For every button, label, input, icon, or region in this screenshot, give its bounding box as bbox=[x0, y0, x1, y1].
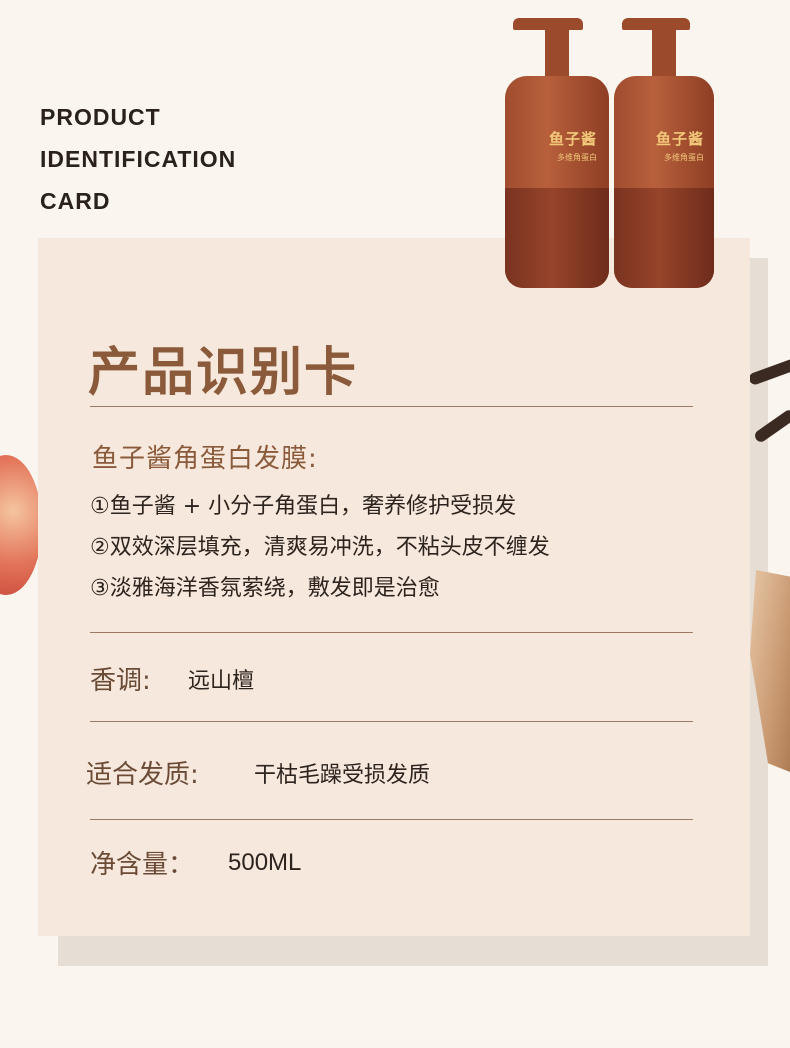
product-bottle-left: 鱼子酱 多维角蛋白 bbox=[505, 18, 609, 288]
peach-image bbox=[0, 455, 42, 595]
spec-divider bbox=[90, 819, 693, 820]
spec-value: 500ML bbox=[228, 848, 302, 876]
english-title: PRODUCT IDENTIFICATION CARD bbox=[40, 96, 236, 222]
bottle-sublabel: 多维角蛋白 bbox=[557, 153, 597, 162]
bottle-label: 鱼子酱 bbox=[656, 130, 705, 148]
spec-label: 净含量： bbox=[90, 850, 195, 880]
spec-hair-type: 适合发质: 干枯毛躁受损发质 bbox=[86, 754, 430, 791]
features-divider bbox=[90, 632, 693, 633]
feature-list: ①鱼子酱 + 小分子角蛋白，奢养修护受损发 ②双效深层填充，清爽易冲洗，不粘头皮… bbox=[90, 486, 550, 609]
feature-item: ①鱼子酱 + 小分子角蛋白，奢养修护受损发 bbox=[90, 494, 517, 519]
spec-net-content: 净含量： 500ML bbox=[90, 844, 301, 881]
spec-divider bbox=[90, 721, 693, 722]
spec-value: 远山檀 bbox=[188, 668, 255, 694]
product-name: 鱼子酱角蛋白发膜: bbox=[92, 444, 318, 474]
english-title-line-3: CARD bbox=[40, 188, 111, 214]
bottle-lower bbox=[614, 188, 714, 288]
spec-fragrance: 香调: 远山檀 bbox=[90, 660, 254, 697]
english-title-line-1: PRODUCT bbox=[40, 104, 161, 130]
spec-value: 干枯毛躁受损发质 bbox=[254, 762, 431, 788]
english-title-line-2: IDENTIFICATION bbox=[40, 146, 237, 172]
spec-label: 香调: bbox=[90, 666, 151, 696]
feature-item: ③淡雅海洋香氛萦绕，敷发即是治愈 bbox=[90, 576, 440, 601]
bottle-lower bbox=[505, 188, 609, 288]
feature-item: ②双效深层填充，清爽易冲洗，不粘头皮不缠发 bbox=[90, 535, 550, 560]
pump-stem bbox=[652, 28, 676, 78]
pump-stem bbox=[545, 28, 569, 78]
bottle-label: 鱼子酱 bbox=[549, 130, 598, 148]
product-bottle-right: 鱼子酱 多维角蛋白 bbox=[614, 18, 714, 288]
spec-label: 适合发质: bbox=[86, 760, 199, 790]
title-divider bbox=[90, 406, 693, 407]
card-title: 产品识别卡 bbox=[88, 343, 359, 403]
bottle-sublabel: 多维角蛋白 bbox=[664, 153, 704, 162]
